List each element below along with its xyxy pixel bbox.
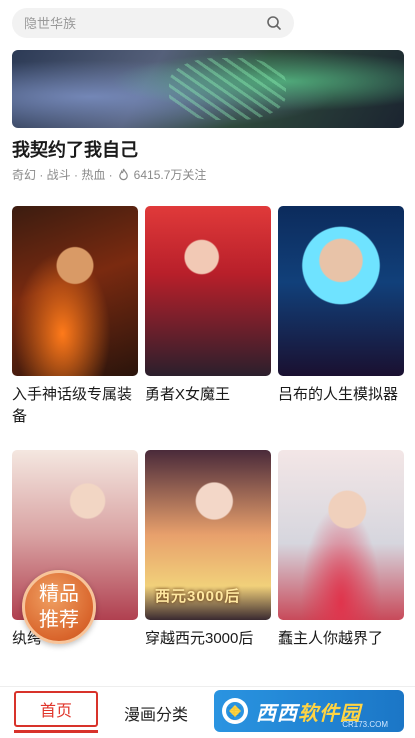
comic-cover[interactable] [145,206,271,376]
comic-card[interactable]: 入手神话级专属装备 [12,206,138,428]
comic-title[interactable]: 蠢主人你越界了 [278,628,404,650]
comic-title[interactable]: 入手神话级专属装备 [12,384,138,428]
tab-home[interactable]: 首页 [14,691,98,727]
site-watermark: 西西软件园 CR173.COM [214,690,404,732]
hero-tags: 奇幻 · 战斗 · 热血 · [12,168,113,182]
featured-recommend-button[interactable]: 精品 推荐 [22,570,96,644]
watermark-name: 西西 [256,702,298,725]
tab-home-indicator [14,730,98,733]
comic-cover[interactable] [278,206,404,376]
search-icon[interactable] [266,15,282,31]
watermark-logo-icon [222,698,248,724]
hero-meta: 奇幻 · 战斗 · 热血 · 6415.7万关注 [12,166,206,183]
comic-cover[interactable] [12,206,138,376]
hero-banner-image[interactable] [12,50,404,128]
watermark-site: CR173.COM [342,720,388,729]
comic-cover[interactable] [278,450,404,620]
badge-line1: 精品 [39,583,79,605]
search-input[interactable] [24,15,266,31]
badge-line2: 推荐 [39,609,79,631]
tab-category[interactable]: 漫画分类 [124,701,188,725]
hero-title[interactable]: 我契约了我自己 [12,136,138,162]
comic-card[interactable]: 西元3000后 穿越西元3000后 [145,450,271,650]
cover-logo-text: 西元3000后 [155,588,241,605]
comic-title[interactable]: 吕布的人生模拟器 [278,384,404,406]
comic-card[interactable]: 吕布的人生模拟器 [278,206,404,406]
search-bar[interactable] [12,8,294,38]
fire-icon [118,168,128,181]
comic-cover[interactable]: 西元3000后 [145,450,271,620]
hero-followers: 6415.7万关注 [133,168,207,182]
comic-card[interactable]: 勇者X女魔王 [145,206,271,406]
comic-title[interactable]: 勇者X女魔王 [145,384,271,406]
comic-card[interactable]: 蠢主人你越界了 [278,450,404,650]
comic-title[interactable]: 穿越西元3000后 [145,628,271,650]
